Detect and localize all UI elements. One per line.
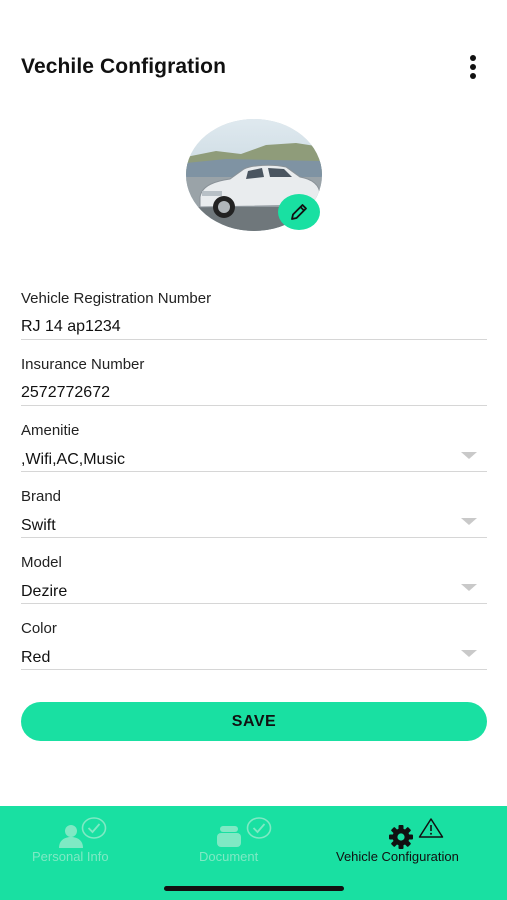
field-value[interactable]: 2572772672 xyxy=(21,384,110,402)
registration-number-field[interactable]: Vehicle Registration Number RJ 14 ap1234 xyxy=(21,290,487,340)
warning-icon xyxy=(418,818,444,838)
field-label: Model xyxy=(21,554,62,571)
dropdown-arrow-icon[interactable] xyxy=(461,518,477,525)
field-value: Red xyxy=(21,649,51,666)
nav-label: Document xyxy=(199,849,259,864)
dropdown-arrow-icon[interactable] xyxy=(461,452,477,459)
nav-label: Vehicle Configuration xyxy=(336,849,459,864)
more-vertical-icon[interactable] xyxy=(462,52,484,82)
app-header: Vechile Configration xyxy=(0,0,507,110)
field-label: Amenitie xyxy=(21,422,80,439)
model-dropdown[interactable]: Model Dezire xyxy=(21,554,487,604)
check-circle-icon xyxy=(246,817,272,839)
vehicle-photo-container xyxy=(186,119,322,231)
gear-icon xyxy=(389,825,413,849)
page-title: Vechile Configration xyxy=(21,55,227,78)
save-button[interactable]: SAVE xyxy=(21,702,487,741)
field-label: Brand xyxy=(21,488,62,505)
brand-dropdown[interactable]: Brand Swift xyxy=(21,488,487,538)
field-label: Insurance Number xyxy=(21,356,145,373)
insurance-number-field[interactable]: Insurance Number 2572772672 xyxy=(21,356,487,406)
nav-item-vehicle-configuration[interactable]: Vehicle Configuration xyxy=(333,806,493,876)
nav-item-personal-info[interactable]: Personal Info xyxy=(20,806,150,876)
amenities-dropdown[interactable]: Amenitie ,Wifi,AC,Music xyxy=(21,422,487,472)
nav-item-document[interactable]: Document xyxy=(195,806,295,876)
check-circle-icon xyxy=(81,817,107,839)
color-dropdown[interactable]: Color Red xyxy=(21,620,487,670)
field-label: Color xyxy=(21,620,57,637)
dropdown-arrow-icon[interactable] xyxy=(461,584,477,591)
pencil-icon xyxy=(291,204,307,220)
field-value[interactable]: RJ 14 ap1234 xyxy=(21,318,121,336)
home-indicator[interactable] xyxy=(164,886,344,891)
nav-label: Personal Info xyxy=(32,849,109,864)
document-stack-icon xyxy=(217,826,241,847)
field-value: Dezire xyxy=(21,583,68,600)
edit-photo-button[interactable] xyxy=(278,194,320,230)
field-value: Swift xyxy=(21,517,56,534)
dropdown-arrow-icon[interactable] xyxy=(461,650,477,657)
field-value: ,Wifi,AC,Music xyxy=(21,451,125,468)
field-label: Vehicle Registration Number xyxy=(21,290,212,307)
